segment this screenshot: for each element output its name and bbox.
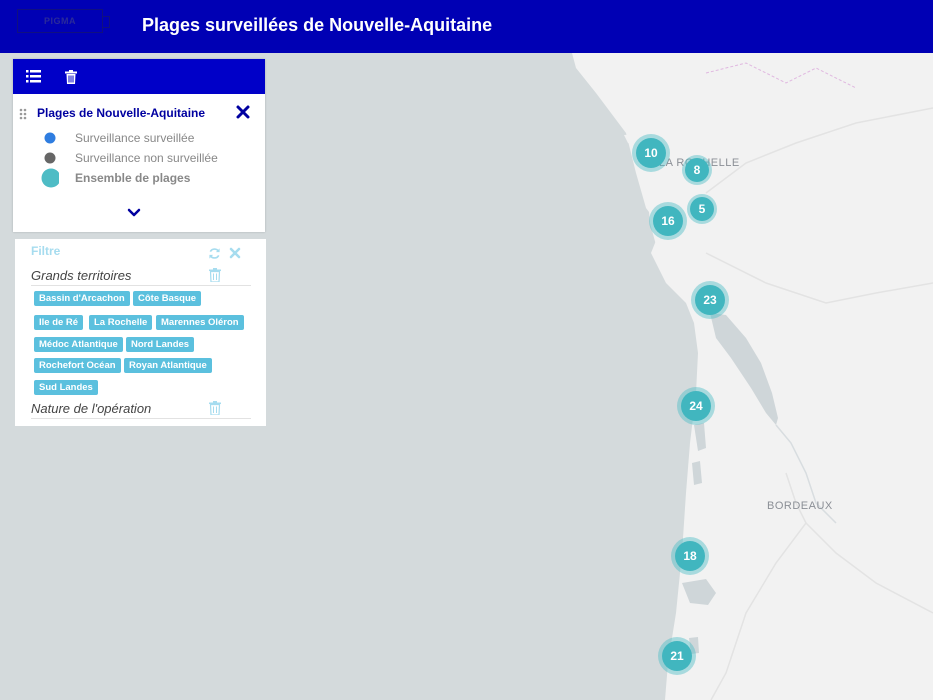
cluster-count: 16 <box>653 206 683 236</box>
chevron-down-icon[interactable] <box>127 207 141 219</box>
filter-section-label: Grands territoires <box>31 268 132 283</box>
cluster-marker[interactable]: 23 <box>691 281 729 319</box>
legend-item-label: Surveillance surveillée <box>75 131 195 145</box>
tag-ile-de-re[interactable]: Ile de Ré <box>34 315 84 330</box>
close-icon[interactable] <box>229 247 241 259</box>
legend-item-surveillee: Surveillance surveillée <box>41 129 194 147</box>
close-icon[interactable] <box>235 104 251 120</box>
drag-handle-icon[interactable] <box>19 108 27 120</box>
layer-row[interactable]: Plages de Nouvelle-Aquitaine <box>13 104 265 124</box>
cluster-count: 18 <box>675 541 705 571</box>
filter-panel: Filtre Grands territoires Bassin d'Arcac… <box>15 239 266 426</box>
legend-item-ensemble: Ensemble de plages <box>41 168 191 188</box>
cluster-marker[interactable]: 21 <box>658 637 696 675</box>
tag-medoc-atlantique[interactable]: Médoc Atlantique <box>34 337 123 352</box>
tag-nord-landes[interactable]: Nord Landes <box>126 337 195 352</box>
legend-panel: Plages de Nouvelle-Aquitaine Surveillanc… <box>13 59 265 232</box>
layer-title: Plages de Nouvelle-Aquitaine <box>37 106 206 120</box>
blue-dot-icon <box>41 132 59 144</box>
cluster-marker[interactable]: 18 <box>671 537 709 575</box>
trash-icon[interactable] <box>209 268 221 282</box>
legend-item-label: Ensemble de plages <box>75 171 191 185</box>
cluster-marker[interactable]: 24 <box>677 387 715 425</box>
cluster-count: 21 <box>662 641 692 671</box>
cluster-count: 23 <box>695 285 725 315</box>
trash-icon[interactable] <box>209 401 221 415</box>
filter-section-grands-territoires[interactable]: Grands territoires <box>31 266 251 286</box>
tag-rochefort-ocean[interactable]: Rochefort Océan <box>34 358 121 373</box>
gray-dot-icon <box>41 152 59 164</box>
cluster-count: 8 <box>685 158 709 182</box>
list-icon[interactable] <box>23 67 43 87</box>
tag-sud-landes[interactable]: Sud Landes <box>34 380 98 395</box>
cluster-count: 10 <box>636 138 666 168</box>
filter-section-nature-operation[interactable]: Nature de l'opération <box>31 399 251 419</box>
tag-marennes-oleron[interactable]: Marennes Oléron <box>156 315 244 330</box>
logo[interactable]: PIGMA <box>17 9 110 33</box>
tag-bassin-arcachon[interactable]: Bassin d'Arcachon <box>34 291 130 306</box>
city-label-bordeaux: BORDEAUX <box>767 500 833 512</box>
tag-royan-atlantique[interactable]: Royan Atlantique <box>124 358 212 373</box>
legend-toolbar <box>13 59 265 94</box>
logo-text: PIGMA <box>43 16 76 26</box>
cluster-marker[interactable]: 5 <box>687 194 717 224</box>
tag-la-rochelle[interactable]: La Rochelle <box>89 315 153 330</box>
cluster-count: 5 <box>690 197 714 221</box>
trash-icon[interactable] <box>61 67 81 87</box>
filter-section-label: Nature de l'opération <box>31 401 152 416</box>
tag-cote-basque[interactable]: Côte Basque <box>133 291 202 306</box>
teal-circle-icon <box>41 168 59 188</box>
legend-item-label: Surveillance non surveillée <box>75 151 218 165</box>
app-header: PIGMA Plages surveillées de Nouvelle-Aqu… <box>0 0 933 53</box>
logo-tab <box>102 16 110 28</box>
refresh-icon[interactable] <box>208 247 221 260</box>
cluster-marker[interactable]: 16 <box>649 202 687 240</box>
page-title: Plages surveillées de Nouvelle-Aquitaine <box>142 15 493 35</box>
cluster-marker[interactable]: 10 <box>632 134 670 172</box>
filter-title: Filtre <box>31 244 61 258</box>
legend-item-non-surveillee: Surveillance non surveillée <box>41 149 218 167</box>
cluster-marker[interactable]: 8 <box>682 155 712 185</box>
cluster-count: 24 <box>681 391 711 421</box>
